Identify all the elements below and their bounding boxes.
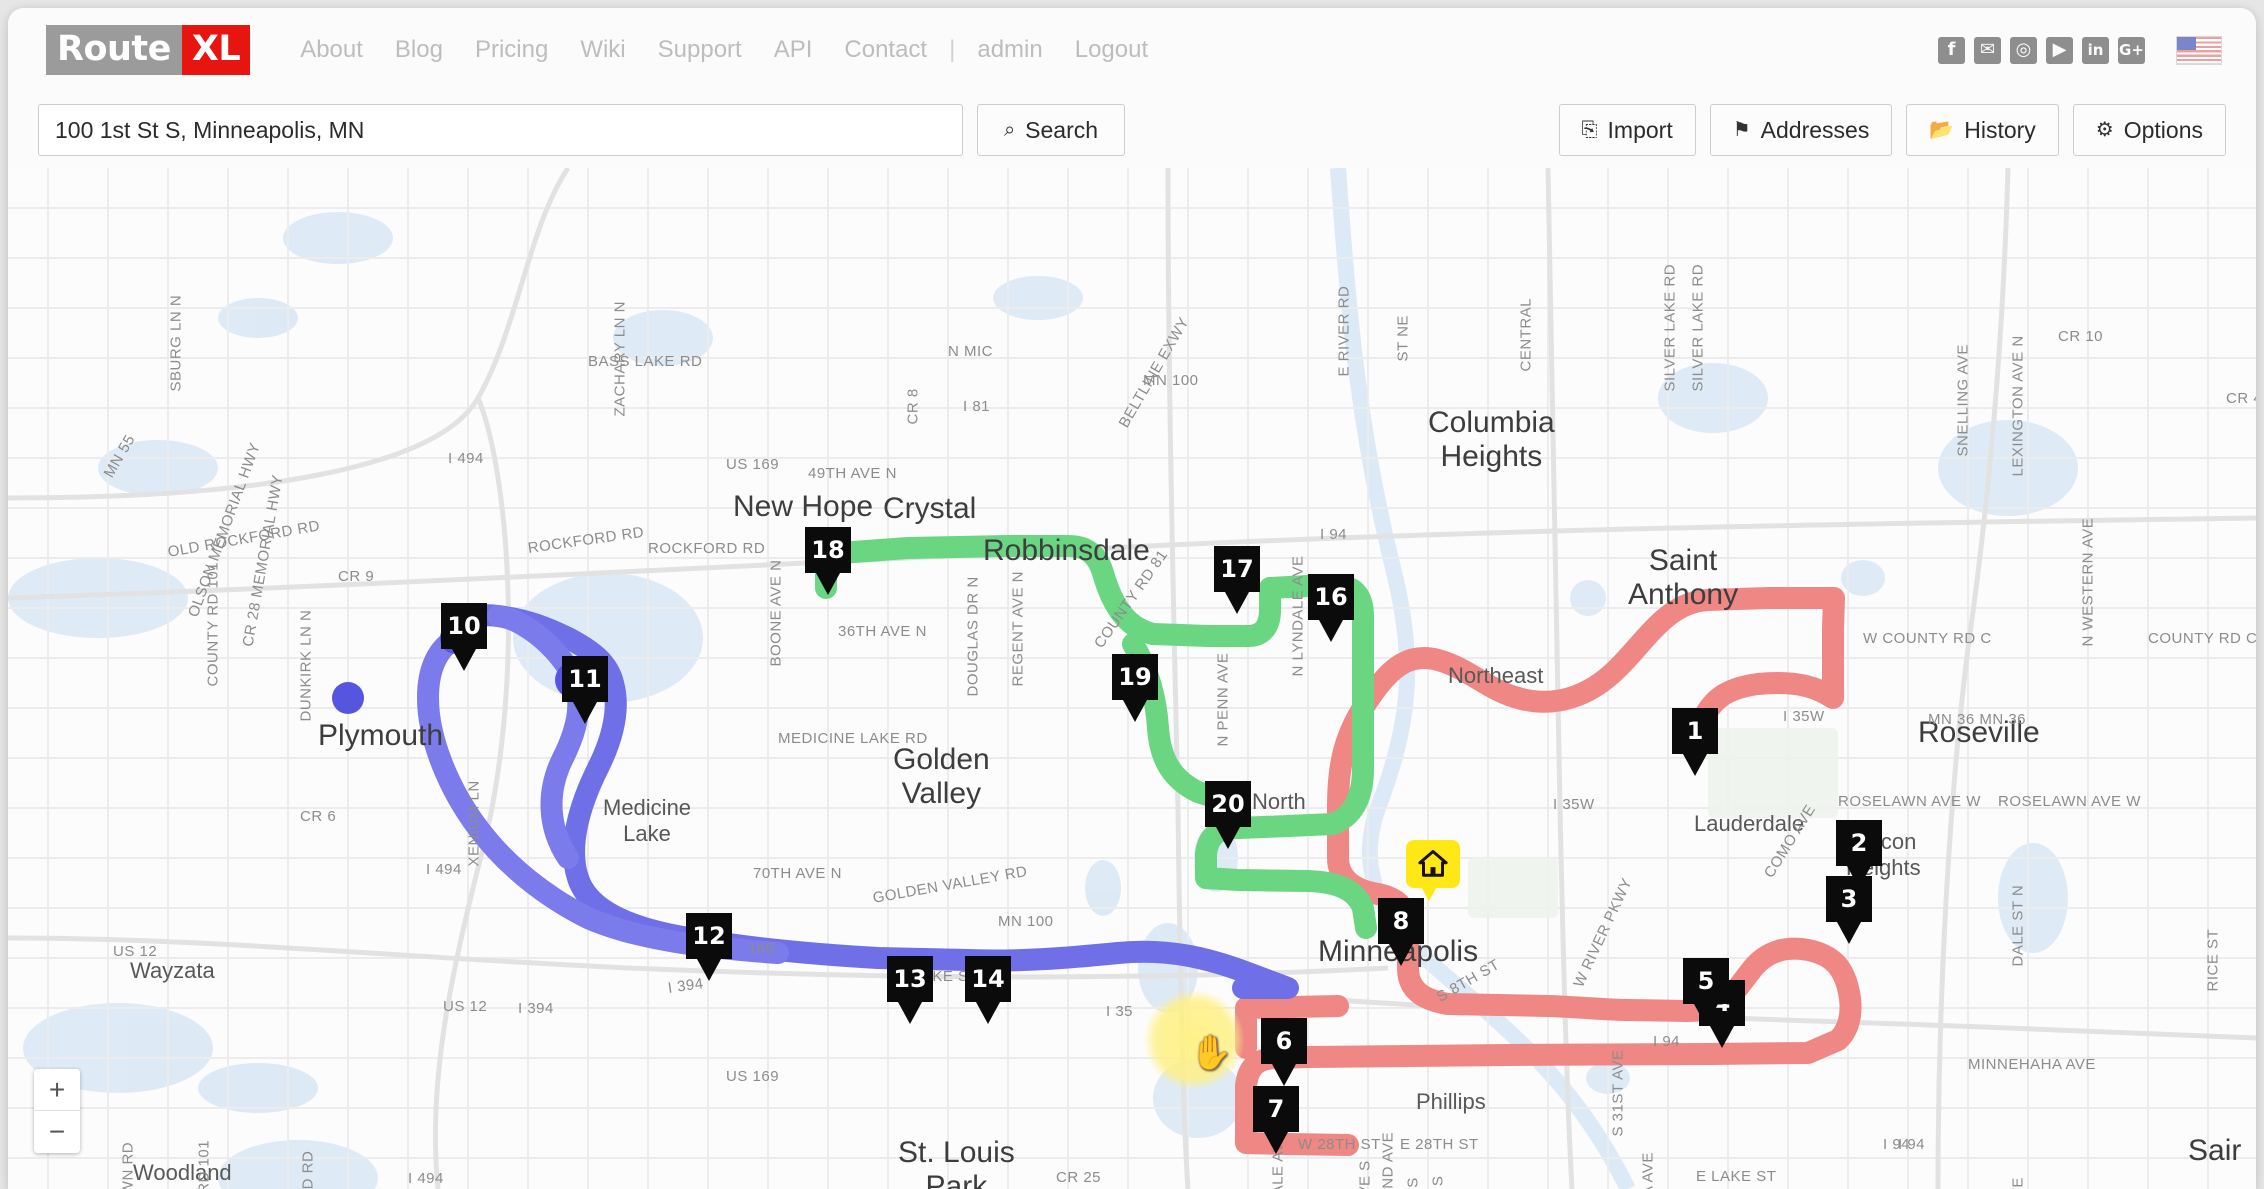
- import-button[interactable]: ⎘ Import: [1558, 104, 1696, 156]
- stop-marker-16[interactable]: 16: [1308, 574, 1354, 620]
- stop-marker-11[interactable]: 11: [562, 656, 608, 702]
- folder-icon: 📂: [1929, 119, 1955, 141]
- stop-marker-13[interactable]: 13: [887, 956, 933, 1002]
- search-button[interactable]: ⌕ Search: [977, 104, 1125, 156]
- stop-marker-1[interactable]: 1: [1672, 708, 1718, 754]
- stop-marker-2[interactable]: 2: [1836, 820, 1882, 866]
- map-viewport[interactable]: New Hope Crystal Robbinsdale Columbia Heigh…: [8, 168, 2256, 1189]
- options-button[interactable]: ⚙ Options: [2072, 104, 2226, 156]
- stop-marker-8[interactable]: 8: [1378, 898, 1424, 944]
- linkedin-icon[interactable]: in: [2082, 36, 2109, 64]
- nav-link-blog[interactable]: Blog: [395, 36, 443, 64]
- nav-link-logout[interactable]: Logout: [1075, 36, 1148, 64]
- instagram-icon[interactable]: ◎: [2010, 36, 2037, 64]
- import-icon: ⎘: [1581, 119, 1598, 141]
- import-label: Import: [1607, 116, 1673, 143]
- stop-marker-3[interactable]: 3: [1826, 876, 1872, 922]
- youtube-icon[interactable]: ▶: [2046, 36, 2073, 64]
- stop-marker-6[interactable]: 6: [1261, 1018, 1307, 1064]
- twitter-icon[interactable]: ✉: [1974, 36, 2001, 64]
- address-search-input[interactable]: [38, 104, 963, 156]
- history-label: History: [1964, 116, 2036, 143]
- logo-route-text: Route: [46, 25, 182, 75]
- nav-link-pricing[interactable]: Pricing: [475, 36, 548, 64]
- nav-link-wiki[interactable]: Wiki: [580, 36, 625, 64]
- nav-link-api[interactable]: API: [774, 36, 813, 64]
- stop-marker-17[interactable]: 17: [1214, 546, 1260, 592]
- logo-xl-text: XL: [181, 25, 251, 75]
- stop-marker-18[interactable]: 18: [805, 527, 851, 573]
- search-toolbar: ⌕ Search ⎘ Import ⚑ Addresses 📂 History …: [8, 92, 2256, 168]
- zoom-in-button[interactable]: +: [34, 1069, 80, 1111]
- addresses-button[interactable]: ⚑ Addresses: [1709, 104, 1893, 156]
- stop-marker-19[interactable]: 19: [1112, 654, 1158, 700]
- stop-marker-5[interactable]: 5: [1683, 958, 1729, 1004]
- routexl-logo[interactable]: Route XL: [46, 25, 251, 75]
- stop-marker-20[interactable]: 20: [1205, 781, 1251, 827]
- routexl-app: Route XL About Blog Pricing Wiki Support…: [8, 8, 2256, 1189]
- home-icon: [1418, 850, 1448, 877]
- stop-marker-10[interactable]: 10: [441, 603, 487, 649]
- addresses-label: Addresses: [1760, 116, 1870, 143]
- nav-link-admin[interactable]: admin: [977, 36, 1042, 64]
- nav-separator: |: [949, 36, 956, 63]
- search-icon: ⌕: [1003, 119, 1016, 141]
- flag-canton: [2177, 36, 2196, 50]
- toolbar-actions: ⎘ Import ⚑ Addresses 📂 History ⚙ Options: [1558, 104, 2226, 156]
- nav-link-support[interactable]: Support: [658, 36, 742, 64]
- nav-link-about[interactable]: About: [300, 36, 363, 64]
- options-label: Options: [2123, 116, 2203, 143]
- facebook-icon[interactable]: f: [1938, 36, 1965, 64]
- gear-icon: ⚙: [2095, 119, 2114, 141]
- pin-icon: ⚑: [1732, 119, 1751, 141]
- map-zoom-control: + −: [34, 1069, 80, 1153]
- history-button[interactable]: 📂 History: [1906, 104, 2059, 156]
- stop-marker-7[interactable]: 7: [1253, 1086, 1299, 1132]
- zoom-out-button[interactable]: −: [34, 1111, 80, 1153]
- stop-marker-12[interactable]: 12: [686, 913, 732, 959]
- us-flag-icon[interactable]: [2176, 35, 2222, 65]
- stop-marker-14[interactable]: 14: [965, 956, 1011, 1002]
- top-navigation-bar: Route XL About Blog Pricing Wiki Support…: [8, 8, 2256, 92]
- search-button-label: Search: [1025, 116, 1099, 143]
- social-links-group: f ✉ ◎ ▶ in G+: [1938, 35, 2222, 65]
- nav-link-contact[interactable]: Contact: [844, 36, 927, 64]
- home-marker[interactable]: [1406, 840, 1460, 901]
- googleplus-icon[interactable]: G+: [2118, 36, 2145, 64]
- blue-node-a: [332, 682, 364, 714]
